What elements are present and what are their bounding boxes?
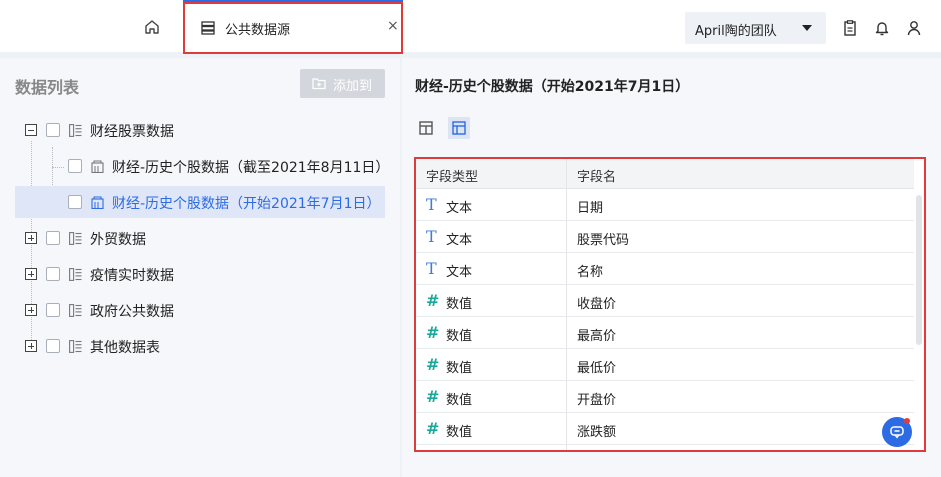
tree-item-label: 财经-历史个股数据（开始2021年7月1日） — [112, 196, 381, 212]
tree-item-history-since[interactable]: 财经-历史个股数据（开始2021年7月1日） — [15, 186, 385, 218]
team-selector[interactable]: April陶的团队 — [685, 12, 826, 44]
tree-item-label: 政府公共数据 — [90, 304, 174, 320]
field-type: 文本 — [446, 201, 473, 216]
team-label: April陶的团队 — [695, 24, 777, 39]
field-name: 收盘价 — [577, 297, 617, 312]
user-icon[interactable] — [907, 20, 921, 36]
database-icon — [201, 21, 215, 35]
table-title: 财经-历史个股数据（开始2021年7月1日） — [415, 79, 690, 95]
field-name: 名称 — [577, 265, 604, 280]
tree-item-label: 其他数据表 — [90, 340, 160, 356]
field-view-icon[interactable] — [448, 117, 470, 139]
table-icon — [91, 196, 104, 209]
field-name: 股票代码 — [577, 233, 630, 248]
add-to-button: 添加到 — [300, 69, 385, 98]
expand-icon[interactable] — [25, 268, 37, 280]
number-type-icon: # — [426, 323, 440, 342]
tree-item-label: 财经股票数据 — [90, 124, 174, 140]
home-icon[interactable] — [143, 18, 161, 36]
checkbox[interactable] — [46, 231, 60, 245]
table-row[interactable]: # 数值 收盘价 — [416, 285, 914, 317]
notification-dot — [904, 418, 910, 424]
table-row[interactable]: # 数值 开盘价 — [416, 381, 914, 413]
table-group-icon — [69, 340, 82, 353]
number-type-icon: # — [426, 291, 440, 310]
caret-down-icon — [802, 25, 812, 31]
tree-item-other-tables[interactable]: 其他数据表 — [15, 330, 385, 362]
chat-icon — [890, 426, 904, 439]
table-header: 字段类型 字段名 — [416, 159, 914, 189]
field-name: 涨跌额 — [577, 425, 617, 440]
checkbox[interactable] — [46, 303, 60, 317]
table-group-icon — [69, 304, 82, 317]
field-type: 文本 — [446, 233, 473, 248]
expand-icon[interactable] — [25, 232, 37, 244]
tree-item-label: 疫情实时数据 — [90, 268, 174, 284]
tree-item-label: 外贸数据 — [90, 232, 146, 248]
field-type: 数值 — [446, 393, 473, 408]
tree-item-government-data[interactable]: 政府公共数据 — [15, 294, 385, 326]
panel-title: 数据列表 — [15, 78, 80, 97]
number-type-icon: # — [426, 387, 440, 406]
tree-item-label: 财经-历史个股数据（截至2021年8月11日） — [112, 160, 390, 176]
expand-icon[interactable] — [25, 304, 37, 316]
collapse-icon[interactable] — [25, 124, 37, 136]
checkbox[interactable] — [68, 195, 82, 209]
table-row[interactable]: T 文本 名称 — [416, 253, 914, 285]
field-type: 文本 — [446, 265, 473, 280]
field-type: 数值 — [446, 329, 473, 344]
bell-icon[interactable] — [875, 20, 889, 36]
tree-item-epidemic-data[interactable]: 疫情实时数据 — [15, 258, 385, 290]
text-type-icon: T — [426, 259, 437, 278]
text-type-icon: T — [426, 195, 437, 214]
tree-item-trade-data[interactable]: 外贸数据 — [15, 222, 385, 254]
field-type: 数值 — [446, 361, 473, 376]
checkbox[interactable] — [68, 159, 82, 173]
table-icon — [91, 160, 104, 173]
number-type-icon: # — [426, 355, 440, 374]
table-row[interactable]: # 数值 最高价 — [416, 317, 914, 349]
tab-label: 公共数据源 — [225, 23, 291, 38]
data-list-panel: 数据列表 添加到 财经股票数据 财经-历史个股数据（截至2021年8月11日） … — [0, 58, 400, 477]
table-row[interactable]: T 文本 日期 — [416, 189, 914, 221]
checkbox[interactable] — [46, 123, 60, 137]
field-type: 数值 — [446, 425, 473, 440]
field-type: 数值 — [446, 297, 473, 312]
checkbox[interactable] — [46, 267, 60, 281]
close-icon[interactable]: × — [387, 18, 399, 34]
expand-icon[interactable] — [25, 340, 37, 352]
field-name: 最低价 — [577, 361, 617, 376]
add-to-label: 添加到 — [333, 79, 373, 94]
column-header-name: 字段名 — [577, 170, 617, 185]
table-row[interactable]: # 数值 最低价 — [416, 349, 914, 381]
grid-view-icon[interactable] — [415, 117, 437, 139]
tab-public-datasource[interactable]: 公共数据源 × — [183, 2, 403, 54]
text-type-icon: T — [426, 227, 437, 246]
folder-add-icon — [312, 78, 326, 90]
checkbox[interactable] — [46, 339, 60, 353]
clipboard-icon[interactable] — [843, 20, 857, 36]
table-row[interactable]: T 文本 股票代码 — [416, 221, 914, 253]
field-name: 最高价 — [577, 329, 617, 344]
number-type-icon: # — [426, 419, 440, 438]
tree-item-history-until[interactable]: 财经-历史个股数据（截至2021年8月11日） — [15, 150, 389, 182]
table-row[interactable]: # 数值 涨跌额 — [416, 413, 914, 445]
field-table: 字段类型 字段名 T 文本 日期 T 文本 股票代码 T 文本 名称 # 数值 … — [414, 157, 926, 452]
column-header-type: 字段类型 — [426, 170, 479, 185]
tree-item-stock-data[interactable]: 财经股票数据 — [15, 114, 385, 146]
field-name: 日期 — [577, 201, 604, 216]
table-group-icon — [69, 232, 82, 245]
table-group-icon — [69, 124, 82, 137]
table-detail-panel: 财经-历史个股数据（开始2021年7月1日） 字段类型 字段名 T 文本 日期 … — [402, 58, 941, 477]
scrollbar[interactable] — [916, 195, 922, 345]
table-group-icon — [69, 268, 82, 281]
field-name: 开盘价 — [577, 393, 617, 408]
top-bar: 公共数据源 × April陶的团队 — [0, 0, 941, 54]
